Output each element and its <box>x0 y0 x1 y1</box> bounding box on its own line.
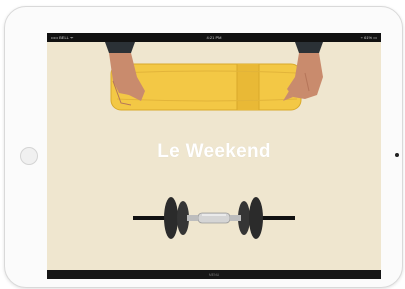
home-button-icon[interactable] <box>20 147 38 165</box>
app-screen: ••••• BELL ᯤ 4:21 PM ⌁ 61% ▭ Le Weekend … <box>47 33 381 279</box>
status-time: 4:21 PM <box>206 35 222 40</box>
right-sleeve <box>295 42 323 53</box>
camera-icon <box>395 153 399 157</box>
bottom-bar-label: MENU <box>208 272 220 277</box>
bottom-bar[interactable]: MENU <box>47 270 381 279</box>
hero-title: Le Weekend <box>157 141 271 162</box>
status-bar: ••••• BELL ᯤ 4:21 PM ⌁ 61% ▭ <box>47 33 381 42</box>
tablet-frame: ••••• BELL ᯤ 4:21 PM ⌁ 61% ▭ Le Weekend … <box>4 6 403 288</box>
dumbbell <box>133 197 295 239</box>
left-sleeve <box>105 42 135 53</box>
